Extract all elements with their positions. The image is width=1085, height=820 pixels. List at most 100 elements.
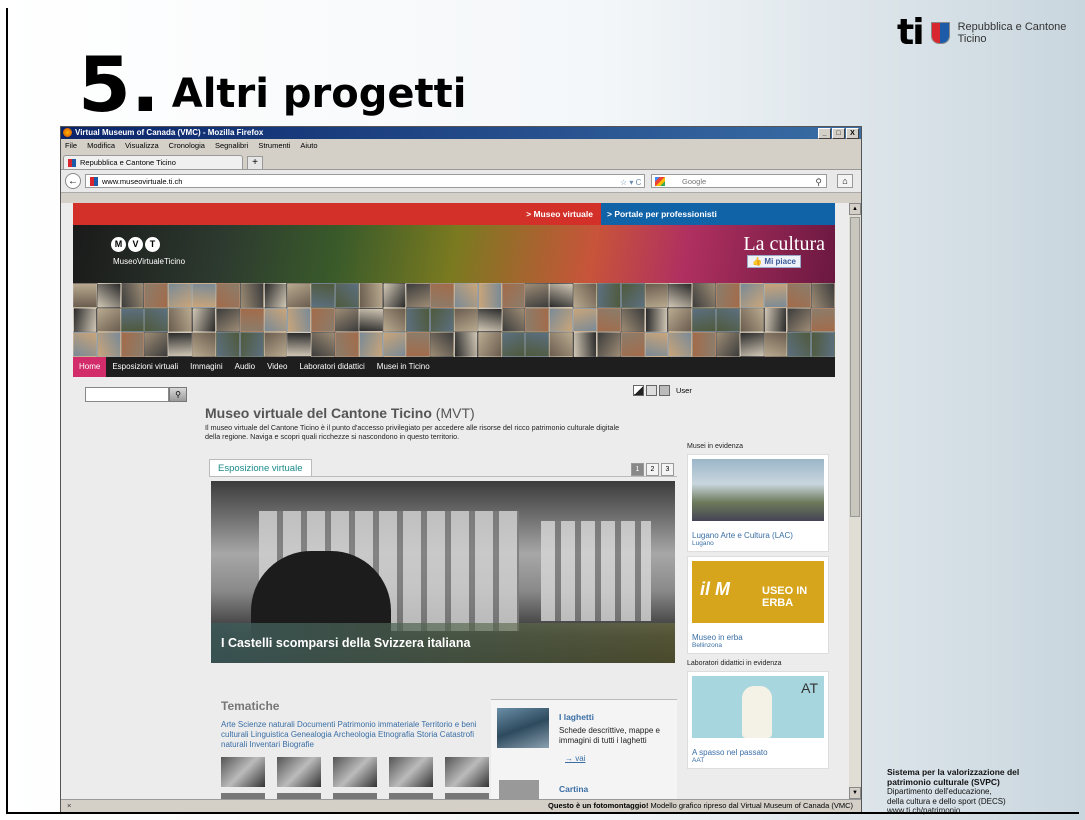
tab-title: Repubblica e Cantone Ticino: [80, 158, 176, 167]
thumbnail[interactable]: [221, 757, 265, 787]
nav-laboratori[interactable]: Laboratori didattici: [293, 357, 370, 377]
url-bar[interactable]: www.museovirtuale.ti.ch ☆ ▾ C: [85, 174, 645, 188]
mosaic-photo-tile: [763, 332, 788, 357]
thumbnail[interactable]: [389, 757, 433, 787]
menu-strumenti[interactable]: Strumenti: [258, 139, 290, 153]
nav-immagini[interactable]: Immagini: [184, 357, 228, 377]
mosaic-photo-tile: [787, 283, 812, 308]
tab-esposizione-virtuale[interactable]: Esposizione virtuale: [209, 459, 312, 477]
mosaic-photo-tile: [739, 307, 764, 333]
exhibition-image[interactable]: I Castelli scomparsi della Svizzera ital…: [211, 481, 675, 663]
mosaic-photo-tile: [263, 332, 288, 357]
mosaic-photo-tile: [406, 332, 431, 357]
scroll-down-icon[interactable]: ▼: [849, 787, 861, 799]
scroll-up-icon[interactable]: ▲: [849, 203, 861, 215]
page-title: Museo virtuale del Cantone Ticino (MVT): [205, 405, 475, 421]
menu-file[interactable]: File: [65, 139, 77, 153]
mosaic-photo-tile: [477, 307, 502, 333]
slide-footer: Sistema per la valorizzazione del patrim…: [887, 767, 1019, 816]
aat-image: AT: [692, 676, 824, 738]
mosaic-photo-tile: [334, 283, 359, 308]
mosaic-photo-tile: [406, 283, 431, 308]
vertical-scrollbar[interactable]: ▲ ▼: [849, 203, 861, 799]
cartina-image[interactable]: [499, 780, 539, 799]
mosaic-photo-tile: [382, 283, 407, 308]
museum-card-lac[interactable]: Lugano Arte e Cultura (LAC) Lugano: [687, 454, 829, 552]
tematiche-links[interactable]: Arte Scienze naturali Documenti Patrimon…: [221, 720, 491, 750]
site-search-input[interactable]: [85, 387, 169, 402]
tab-divider: [209, 476, 677, 477]
mosaic-photo-tile: [263, 283, 288, 308]
browser-tab[interactable]: Repubblica e Cantone Ticino: [63, 155, 243, 169]
footer-line2: patrimonio culturale (SVPC): [887, 776, 1000, 787]
mvt-logo[interactable]: M V T: [111, 237, 160, 252]
user-link[interactable]: User: [676, 386, 692, 395]
search-input[interactable]: Google ⚲: [651, 174, 827, 188]
text-size-large-icon[interactable]: [659, 385, 670, 396]
nav-audio[interactable]: Audio: [229, 357, 261, 377]
photomontage-note: Questo è un fotomontaggio! Modello grafi…: [548, 800, 853, 812]
mosaic-photo-tile: [763, 283, 788, 308]
close-findbar-icon[interactable]: ×: [67, 800, 71, 812]
back-arrow-icon[interactable]: ←: [65, 173, 81, 189]
menu-segnalibri[interactable]: Segnalibri: [215, 139, 248, 153]
mosaic-photo-tile: [763, 307, 788, 333]
mosaic-photo-tile: [168, 283, 193, 308]
nav-musei[interactable]: Musei in Ticino: [371, 357, 436, 377]
mosaic-photo-tile: [144, 283, 169, 308]
lab-label: Laboratori didattici in evidenza: [687, 660, 782, 667]
mosaic-photo-tile: [287, 332, 312, 357]
lac-name[interactable]: Lugano Arte e Cultura (LAC): [692, 531, 824, 540]
mosaic-photo-tile: [358, 307, 383, 333]
new-tab-button[interactable]: +: [247, 156, 263, 170]
maximize-button[interactable]: □: [832, 128, 845, 139]
mosaic-photo-tile: [811, 332, 835, 357]
aat-name[interactable]: A spasso nel passato: [692, 748, 824, 757]
browser-titlebar: Virtual Museum of Canada (VMC) - Mozilla…: [61, 127, 861, 139]
top-links-bar: > Museo virtuale > Portale per professio…: [73, 203, 835, 225]
erba-logo-text-2: USEO IN ERBA: [762, 585, 808, 609]
mosaic-photo-tile: [239, 283, 264, 308]
contrast-icon[interactable]: [633, 385, 644, 396]
site-search-icon[interactable]: ⚲: [169, 387, 187, 402]
mosaic-photo-tile: [73, 307, 97, 333]
nav-home[interactable]: Home: [73, 357, 107, 377]
nav-video[interactable]: Video: [261, 357, 293, 377]
mosaic-photo-tile: [454, 283, 478, 308]
erba-name[interactable]: Museo in erba: [692, 633, 824, 642]
laghetti-image[interactable]: [497, 708, 549, 748]
search-icon[interactable]: ⚲: [815, 175, 822, 189]
cartina-title[interactable]: Cartina: [559, 784, 588, 794]
pager-3[interactable]: 3: [661, 463, 674, 476]
lab-card-aat[interactable]: AT A spasso nel passato AAT: [687, 671, 829, 769]
menu-aiuto[interactable]: Aiuto: [300, 139, 317, 153]
close-window-button[interactable]: X: [846, 128, 859, 139]
mosaic-photo-tile: [668, 283, 693, 308]
status-bar: × Questo è un fotomontaggio! Modello gra…: [61, 799, 861, 812]
google-icon: [655, 177, 665, 186]
bookmark-star-icon[interactable]: ☆ ▾ C: [620, 176, 641, 190]
scroll-thumb[interactable]: [850, 217, 860, 517]
thumbnail[interactable]: [445, 757, 489, 787]
mosaic-photo-tile: [620, 332, 645, 357]
nav-esposizioni[interactable]: Esposizioni virtuali: [106, 357, 184, 377]
minimize-button[interactable]: _: [818, 128, 831, 139]
like-button[interactable]: 👍 Mi piace: [747, 255, 801, 268]
like-label: Mi piace: [764, 257, 796, 266]
home-icon[interactable]: ⌂: [837, 174, 853, 188]
pager-2[interactable]: 2: [646, 463, 659, 476]
menu-modifica[interactable]: Modifica: [87, 139, 115, 153]
laghetti-vai-link[interactable]: → vai: [565, 754, 585, 763]
menu-visualizza[interactable]: Visualizza: [125, 139, 159, 153]
laghetti-title[interactable]: I laghetti: [559, 712, 594, 722]
logo-name: Repubblica e Cantone Ticino: [958, 21, 1067, 45]
mosaic-photo-tile: [96, 283, 121, 308]
link-museo-virtuale[interactable]: > Museo virtuale: [520, 203, 599, 225]
text-size-icon[interactable]: [646, 385, 657, 396]
thumbnail[interactable]: [333, 757, 377, 787]
link-portale-professionisti[interactable]: > Portale per professionisti: [601, 203, 835, 225]
thumbnail[interactable]: [277, 757, 321, 787]
menu-cronologia[interactable]: Cronologia: [169, 139, 205, 153]
museum-card-erba[interactable]: il M USEO IN ERBA Museo in erba Bellinzo…: [687, 556, 829, 654]
pager-1[interactable]: 1: [631, 463, 644, 476]
